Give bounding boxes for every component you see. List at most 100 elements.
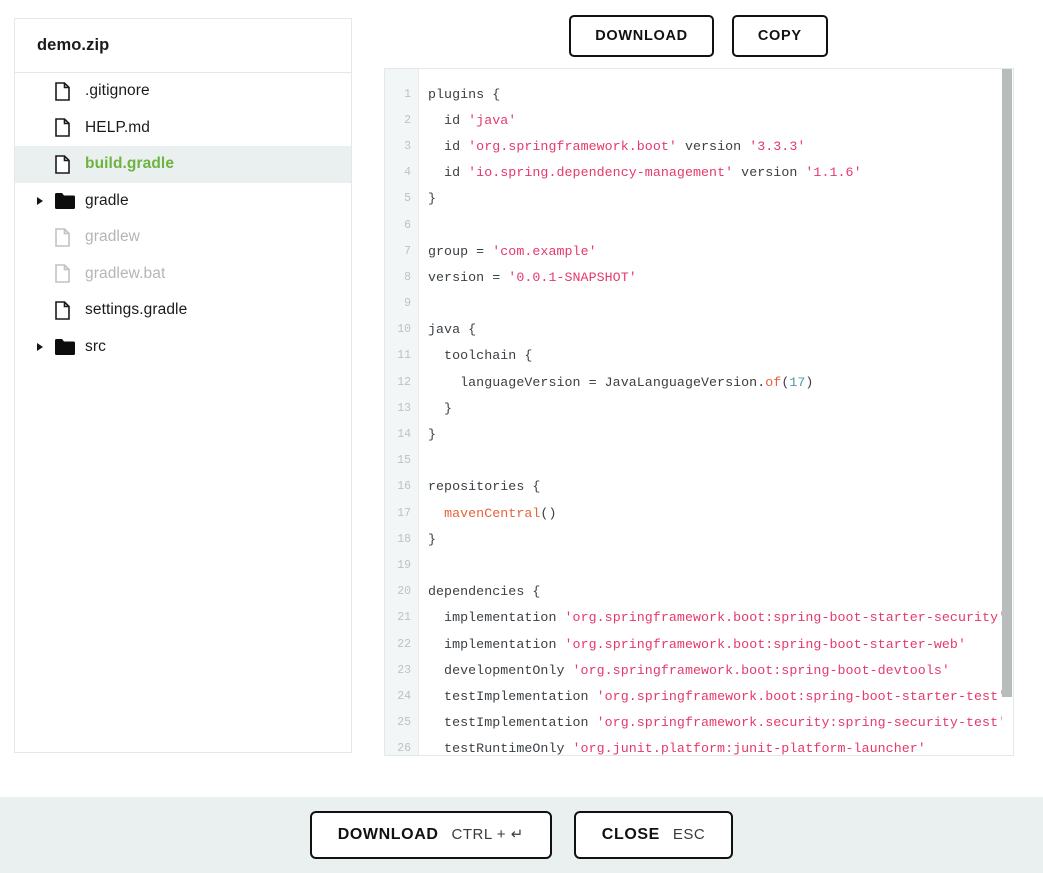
file-icon (55, 81, 70, 101)
code-line: 17 mavenCentral() (385, 500, 1013, 526)
file-tree-item-label: .gitignore (85, 82, 150, 100)
code-line-text: implementation 'org.springframework.boot… (419, 610, 1006, 625)
expand-arrow-icon[interactable] (37, 196, 55, 205)
code-line-text: } (419, 191, 436, 206)
chevron-right-icon (37, 342, 43, 351)
code-token-str: 'org.junit.platform:junit-platform-launc… (572, 741, 926, 755)
code-token-kw: } (428, 400, 453, 416)
code-line: 14} (385, 421, 1013, 447)
code-line: 3 id 'org.springframework.boot' version … (385, 133, 1013, 159)
expand-arrow-icon[interactable] (37, 342, 55, 351)
dialog-footer: DOWNLOAD CTRL + ↵ CLOSE ESC (0, 797, 1043, 873)
code-token-kw: dependencies { (428, 584, 541, 600)
code-scroll-area[interactable]: 1 plugins {2 id 'java' 3 id 'org.springfra… (385, 69, 1013, 755)
code-token-str: 'com.example' (492, 243, 597, 259)
file-tree-item-gitignore[interactable]: .gitignore (15, 73, 351, 110)
line-number: 17 (397, 506, 411, 520)
file-tree-item-build-gradle[interactable]: build.gradle (15, 146, 351, 183)
code-token-kw: developmentOnly (428, 662, 573, 678)
line-number: 21 (397, 611, 411, 625)
code-line-text: toolchain { (419, 348, 532, 363)
code-line: 9 (385, 291, 1013, 317)
code-token-kw: ) (805, 374, 814, 390)
code-token-kw: java { (428, 322, 477, 338)
copy-button[interactable]: COPY (731, 14, 828, 58)
code-line-text: } (419, 427, 436, 442)
download-button-footer[interactable]: DOWNLOAD CTRL + ↵ (309, 811, 552, 859)
file-tree: .gitignore HELP.md build.gradle gradle gradl… (15, 73, 351, 365)
code-token-str: '0.0.1-SNAPSHOT' (508, 269, 637, 285)
code-line-text: repositories { (419, 479, 540, 494)
file-icon-slot (55, 264, 85, 284)
file-icon (55, 154, 70, 174)
close-button[interactable]: CLOSE ESC (573, 811, 734, 859)
code-content: 1 plugins {2 id 'java' 3 id 'org.springfra… (385, 69, 1013, 755)
file-tree-item-gradlew[interactable]: gradlew (15, 219, 351, 256)
top-action-bar: DOWNLOAD COPY (354, 0, 1043, 72)
folder-icon-slot (55, 192, 85, 209)
file-tree-item-gradlew-bat[interactable]: gradlew.bat (15, 256, 351, 293)
code-token-kw: toolchain { (428, 348, 533, 364)
line-number: 11 (397, 349, 411, 363)
code-line: 24 testImplementation 'org.springframewo… (385, 683, 1013, 709)
file-icon (55, 118, 70, 138)
code-line-text: plugins { (419, 87, 500, 102)
code-line: 1 plugins { (385, 81, 1013, 107)
line-number: 13 (397, 401, 411, 415)
code-line-text: testImplementation 'org.springframework.… (419, 689, 1006, 704)
line-number: 2 (404, 113, 411, 127)
code-token-kw: testImplementation (428, 688, 597, 704)
code-line-text: id 'io.spring.dependency-management' ver… (419, 165, 862, 180)
file-tree-item-help-md[interactable]: HELP.md (15, 110, 351, 147)
code-line: 8 version = '0.0.1-SNAPSHOT' (385, 264, 1013, 290)
line-number: 6 (404, 218, 411, 232)
line-number: 3 (404, 139, 411, 153)
code-line: 4 id 'io.spring.dependency-management' v… (385, 160, 1013, 186)
code-token-kw: id (428, 112, 469, 128)
line-number: 4 (404, 166, 411, 180)
file-icon-slot (55, 227, 85, 247)
code-scrollbar-thumb[interactable] (1002, 69, 1012, 697)
file-tree-item-label: gradle (85, 191, 129, 209)
file-tree-item-src[interactable]: src (15, 329, 351, 366)
file-tree-item-label: settings.gradle (85, 301, 188, 319)
code-token-str: 'io.spring.dependency-management' (468, 165, 734, 181)
file-tree-item-label: src (85, 337, 106, 355)
file-icon (55, 227, 70, 247)
archive-name: demo.zip (37, 36, 110, 54)
code-line: 18} (385, 526, 1013, 552)
code-token-str: 'org.springframework.boot:spring-boot-st… (564, 636, 966, 652)
code-line-text: version = '0.0.1-SNAPSHOT' (419, 270, 637, 285)
download-button-top[interactable]: DOWNLOAD (569, 14, 714, 58)
download-button-label: DOWNLOAD (337, 826, 439, 843)
code-token-fn: mavenCentral (444, 505, 541, 521)
file-tree-item-label: gradlew (85, 228, 140, 246)
line-number: 9 (404, 297, 411, 311)
code-line-text: } (419, 401, 452, 416)
code-line: 15 (385, 448, 1013, 474)
folder-icon-slot (55, 338, 85, 355)
code-token-kw (428, 506, 444, 521)
code-scrollbar-track[interactable] (1002, 69, 1013, 755)
code-viewer-panel: 1 plugins {2 id 'java' 3 id 'org.springfra… (384, 68, 1014, 756)
code-token-str: 'org.springframework.security:spring-sec… (596, 715, 1007, 731)
file-tree-item-gradle[interactable]: gradle (15, 183, 351, 220)
folder-icon (55, 338, 75, 355)
code-line-text: testRuntimeOnly 'org.junit.platform:juni… (419, 741, 926, 755)
code-line: 19 (385, 552, 1013, 578)
file-tree-item-label: HELP.md (85, 118, 151, 136)
line-number: 1 (404, 87, 411, 101)
code-token-kw: testRuntimeOnly (428, 741, 573, 755)
code-token-kw: () (540, 505, 557, 521)
code-token-kw: } (428, 531, 437, 547)
code-line: 22 implementation 'org.springframework.b… (385, 631, 1013, 657)
code-line: 5} (385, 186, 1013, 212)
code-token-kw: version = (428, 269, 509, 285)
line-number: 25 (397, 716, 411, 730)
line-number: 5 (404, 192, 411, 206)
chevron-right-icon (37, 196, 43, 205)
code-token-str: 'org.springframework.boot:spring-boot-st… (564, 610, 1007, 626)
code-token-str: '3.3.3' (749, 138, 806, 154)
file-tree-item-settings-gradle[interactable]: settings.gradle (15, 292, 351, 329)
file-tree-panel: demo.zip .gitignore HELP.md build.gradle gr… (14, 18, 352, 753)
